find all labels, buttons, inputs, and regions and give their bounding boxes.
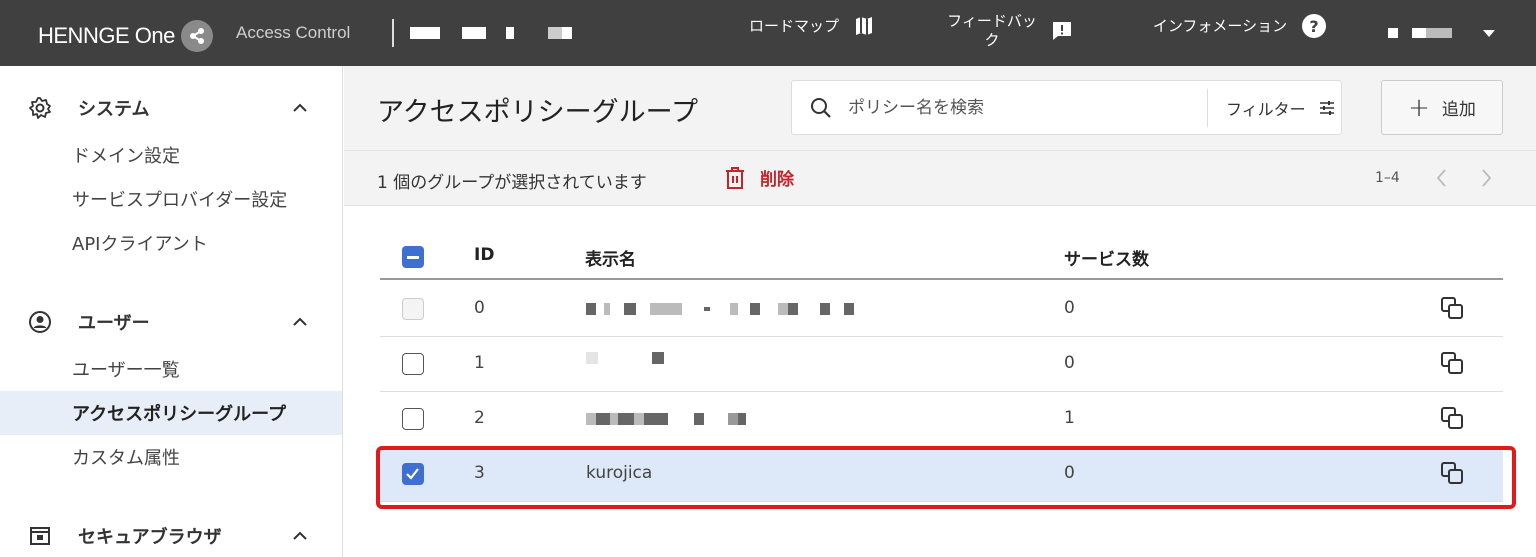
row-name-masked [586, 302, 854, 316]
select-all-checkbox[interactable] [402, 246, 424, 268]
copy-icon[interactable] [1440, 296, 1464, 320]
row-id: 1 [474, 353, 485, 373]
chevron-left-icon[interactable] [1432, 167, 1452, 189]
row-checkbox[interactable] [402, 353, 424, 375]
sidebar-section-title: システム [78, 99, 150, 120]
user-circle-icon [29, 311, 51, 333]
top-bar: HENNGE One Access Control ロードマップ フィードバック… [0, 0, 1536, 66]
row-name-masked [586, 412, 746, 426]
column-header-id[interactable]: ID [474, 245, 494, 265]
nav-information[interactable]: インフォメーション ? [1150, 12, 1328, 40]
logo-mark-icon [180, 20, 213, 52]
trash-icon [726, 166, 744, 189]
feedback-icon [1048, 17, 1076, 45]
search-divider [1207, 89, 1208, 127]
sidebar-section-system[interactable]: システム [0, 88, 343, 128]
row-service-count: 1 [1064, 408, 1075, 428]
sidebar-section-secure-browser[interactable]: セキュアブラウザ [0, 516, 343, 556]
row-checkbox[interactable] [402, 408, 424, 430]
svg-text:?: ? [1309, 17, 1318, 36]
sidebar-item-api-client[interactable]: APIクライアント [0, 221, 342, 265]
plus-icon: + [1408, 92, 1430, 123]
map-icon [850, 12, 878, 40]
sidebar-section-title: ユーザー [78, 313, 150, 334]
gear-icon [29, 97, 51, 119]
selected-row-highlight [376, 446, 1516, 509]
sliders-icon [1319, 101, 1334, 115]
filter-label: フィルター [1226, 100, 1306, 119]
search-box: フィルター [791, 80, 1342, 135]
chevron-up-icon[interactable] [290, 526, 310, 546]
user-menu[interactable] [1388, 28, 1496, 38]
selection-count: 1 個のグループが選択されています [377, 173, 647, 193]
user-name-masked [1388, 28, 1398, 38]
table-header: ID 表示名 サービス数 [380, 234, 1503, 280]
page-title: アクセスポリシーグループ [377, 97, 699, 128]
copy-icon[interactable] [1440, 351, 1464, 375]
chevron-up-icon[interactable] [290, 312, 310, 332]
column-header-services[interactable]: サービス数 [1064, 245, 1149, 270]
sidebar-item-user-list[interactable]: ユーザー一覧 [0, 347, 342, 391]
help-icon: ? [1300, 12, 1328, 40]
sidebar-item-custom-attributes[interactable]: カスタム属性 [0, 435, 342, 479]
nav-feedback[interactable]: フィードバック [946, 12, 1076, 50]
nav-feedback-label: フィードバック [947, 12, 1037, 49]
chevron-up-icon[interactable] [290, 98, 310, 118]
sidebar: システム ドメイン設定 サービスプロバイダー設定 APIクライアント ユーザー … [0, 66, 343, 557]
search-input[interactable] [848, 93, 1198, 123]
delete-label: 削除 [760, 170, 794, 190]
row-id: 0 [474, 298, 485, 318]
nav-information-label: インフォメーション [1152, 16, 1288, 35]
table-row[interactable]: 0 0 [380, 282, 1503, 337]
column-header-name[interactable]: 表示名 [585, 245, 636, 270]
selection-bar: 1 個のグループが選択されています 削除 1–4 [344, 150, 1536, 206]
search-icon [811, 98, 831, 118]
sidebar-item-domain[interactable]: ドメイン設定 [0, 133, 342, 177]
table-row[interactable]: 2 1 [380, 392, 1503, 447]
sidebar-item-access-policy-group[interactable]: アクセスポリシーグループ [0, 391, 342, 435]
sidebar-section-user[interactable]: ユーザー [0, 302, 343, 342]
sidebar-section-title: セキュアブラウザ [78, 527, 222, 548]
header-divider [392, 19, 394, 47]
row-checkbox [402, 298, 424, 320]
nav-roadmap[interactable]: ロードマップ [748, 12, 878, 40]
page-header: アクセスポリシーグループ フィルター + 追加 [344, 66, 1536, 150]
delete-button[interactable]: 削除 [724, 165, 794, 190]
row-id: 2 [474, 408, 485, 428]
logo-text: HENNGE One [38, 23, 175, 48]
add-button[interactable]: + 追加 [1381, 80, 1503, 135]
add-label: 追加 [1441, 100, 1476, 120]
filter-button[interactable]: フィルター [1226, 96, 1336, 120]
henngeone-logo[interactable]: HENNGE One [38, 20, 213, 52]
nav-roadmap-label: ロードマップ [748, 16, 839, 35]
product-name: Access Control [236, 23, 351, 42]
table-row[interactable]: 1 0 [380, 337, 1503, 392]
row-name-masked [586, 351, 664, 365]
browser-icon [30, 527, 50, 545]
chevron-right-icon[interactable] [1476, 167, 1496, 189]
row-service-count: 0 [1064, 298, 1075, 318]
caret-down-icon [1483, 30, 1495, 37]
sidebar-item-service-provider[interactable]: サービスプロバイダー設定 [0, 177, 342, 221]
row-service-count: 0 [1064, 353, 1075, 373]
copy-icon[interactable] [1440, 406, 1464, 430]
pagination-range: 1–4 [1375, 170, 1400, 186]
tenant-name-masked [410, 27, 572, 39]
